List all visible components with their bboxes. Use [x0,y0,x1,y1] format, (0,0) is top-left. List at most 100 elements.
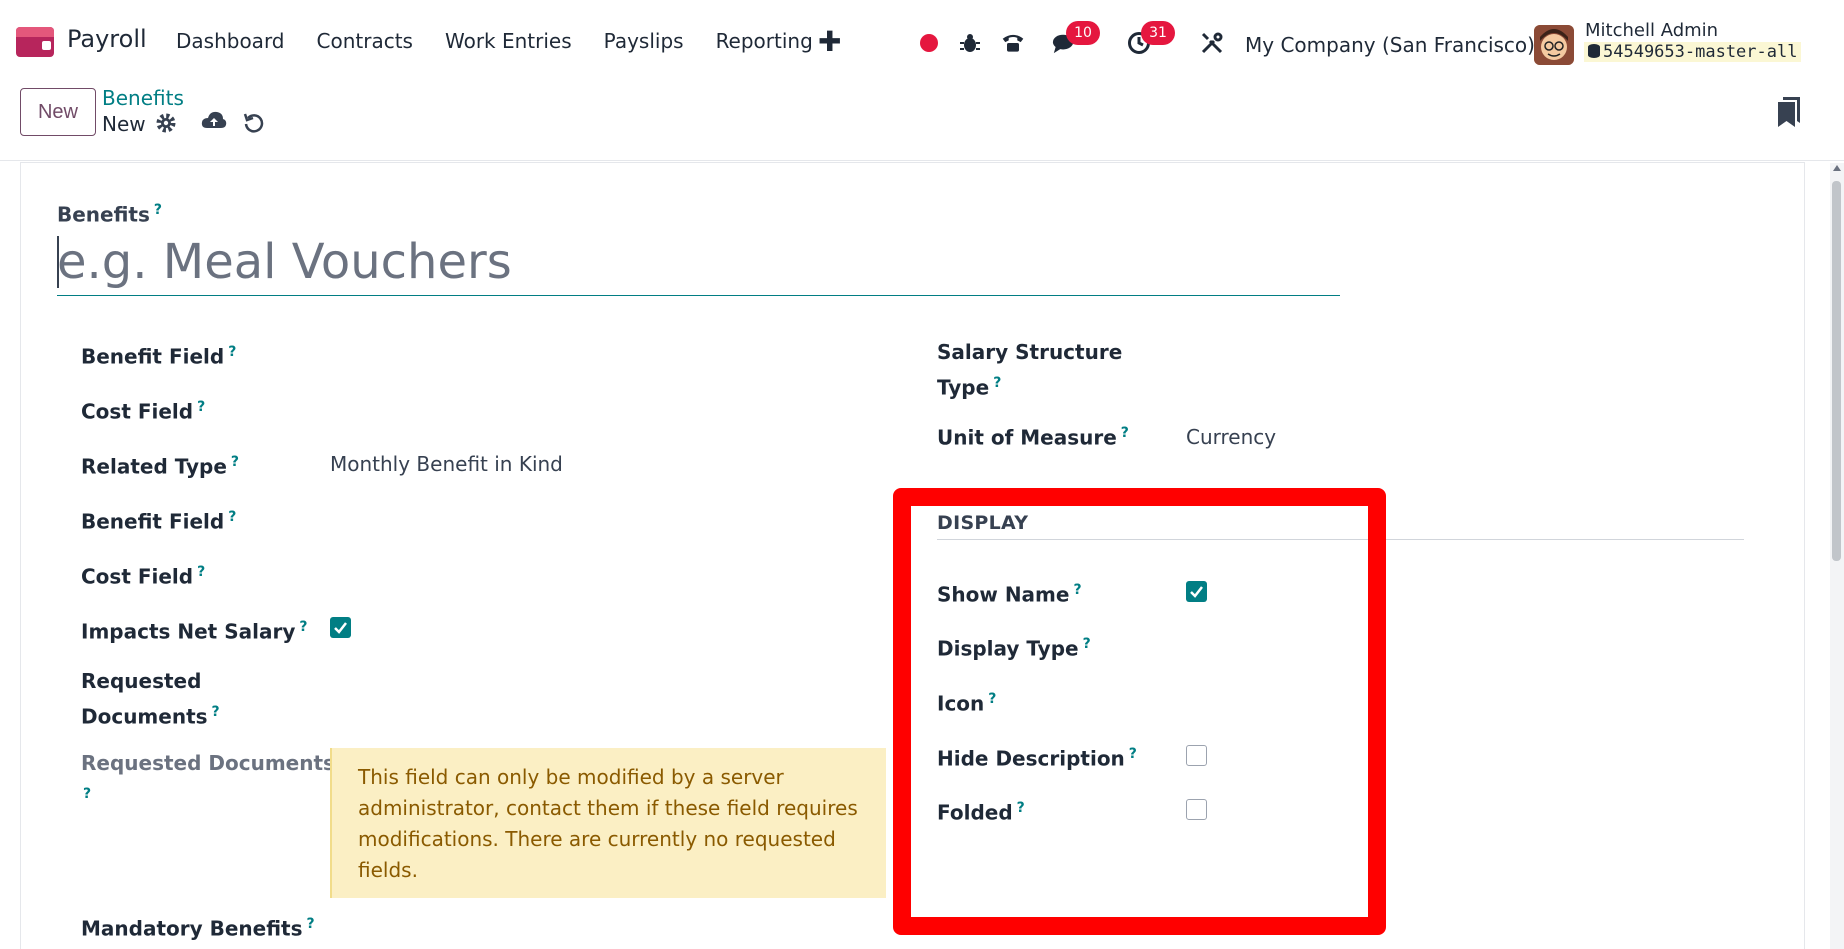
cost-field-2-label: Cost Field? [81,557,205,593]
tools-icon[interactable] [1200,31,1224,55]
benefits-title-label-text: Benefits [57,202,150,227]
show-name-checkbox[interactable] [1186,581,1207,602]
salary-structure-type-line2: Type [937,375,990,400]
cloud-upload-icon[interactable] [201,110,227,134]
icon-label-text: Icon [937,691,985,716]
new-record-button[interactable]: New [20,88,96,136]
bug-icon[interactable] [958,31,982,55]
folded-label: Folded? [937,793,1025,829]
database-tag: 54549653-master-all [1584,42,1802,62]
requested-documents-label-line1: Requested [81,669,202,693]
bookmark-icon[interactable] [1778,97,1800,127]
benefit-name-input[interactable] [57,228,1340,296]
text-caret [57,236,59,288]
main-menu: Dashboard Contracts Work Entries Payslip… [176,29,845,53]
hide-description-label: Hide Description? [937,739,1137,775]
related-type-value[interactable]: Monthly Benefit in Kind [330,452,563,476]
impacts-net-salary-label: Impacts Net Salary? [81,612,307,648]
help-tooltip[interactable]: ? [1121,425,1129,441]
payroll-app-icon[interactable] [16,27,54,57]
scrollbar[interactable] [1830,163,1844,949]
benefit-field-2-label: Benefit Field? [81,502,236,538]
benefit-field-label: Benefit Field? [81,337,236,373]
benefits-title-label: Benefits? [57,202,162,227]
help-tooltip[interactable]: ? [231,454,239,470]
discard-undo-icon[interactable] [243,112,267,136]
company-switcher[interactable]: My Company (San Francisco) [1245,33,1535,57]
help-tooltip[interactable]: ? [154,202,162,218]
requested-documents-label-line2: Documents [81,704,208,729]
record-icon[interactable] [917,31,941,55]
menu-reporting[interactable]: Reporting [716,29,813,53]
help-tooltip[interactable]: ? [993,375,1001,391]
help-tooltip[interactable]: ? [83,786,91,802]
mandatory-benefits-label: Mandatory Benefits? [81,909,315,945]
display-type-label: Display Type? [937,629,1091,665]
database-icon [1588,44,1600,58]
menu-contracts[interactable]: Contracts [317,29,413,53]
help-tooltip[interactable]: ? [1129,746,1137,762]
gear-icon[interactable] [155,112,179,136]
cost-field-2-label-text: Cost Field [81,564,194,589]
folded-label-text: Folded [937,800,1013,825]
requested-documents-label: Requested Documents? [81,666,220,733]
help-tooltip[interactable]: ? [1083,636,1091,652]
salary-structure-type-label: Salary Structure Type? [937,337,1122,404]
breadcrumb-benefits[interactable]: Benefits [102,86,184,110]
show-name-label: Show Name? [937,575,1082,611]
related-type-label: Related Type? [81,447,239,483]
icon-label: Icon? [937,684,996,720]
unit-of-measure-label: Unit of Measure? [937,418,1129,454]
display-section-title: DISPLAY [937,512,1029,534]
mandatory-benefits-label-text: Mandatory Benefits [81,916,303,941]
hide-description-checkbox[interactable] [1186,745,1207,766]
help-tooltip[interactable]: ? [212,704,220,720]
help-tooltip[interactable]: ? [1073,582,1081,598]
salary-structure-type-line1: Salary Structure [937,340,1123,364]
impacts-net-salary-checkbox[interactable] [330,617,351,638]
help-tooltip[interactable]: ? [228,344,236,360]
display-section-divider [937,539,1744,540]
readonly-warning-alert: This field can only be modified by a ser… [330,748,886,898]
related-type-label-text: Related Type [81,454,227,479]
display-type-label-text: Display Type [937,636,1079,661]
menu-work-entries[interactable]: Work Entries [445,29,572,53]
activity-count-badge: 31 [1141,21,1175,45]
benefit-field-label-text: Benefit Field [81,344,225,369]
chat-count-badge: 10 [1066,21,1100,45]
scroll-up-arrow[interactable] [1833,165,1841,171]
menu-dashboard[interactable]: Dashboard [176,29,285,53]
chat-icon[interactable]: 10 [1052,21,1100,55]
control-panel-divider [0,160,1844,161]
impacts-net-salary-label-text: Impacts Net Salary [81,619,296,644]
menu-payslips[interactable]: Payslips [604,29,684,53]
folded-checkbox[interactable] [1186,799,1207,820]
breadcrumb-current: New [102,112,146,136]
scrollbar-thumb[interactable] [1832,181,1841,561]
help-tooltip[interactable]: ? [1017,800,1025,816]
help-tooltip[interactable]: ? [197,399,205,415]
help-tooltip[interactable]: ? [988,691,996,707]
help-tooltip[interactable]: ? [228,509,236,525]
activity-clock-icon[interactable]: 31 [1127,21,1175,55]
database-name: 54549653-master-all [1603,42,1798,62]
phone-icon[interactable] [1001,31,1025,55]
user-name[interactable]: Mitchell Admin [1585,20,1718,41]
plus-icon[interactable]: ✚ [818,25,841,58]
requested-documents-readonly-text: Requested Documents [81,751,335,775]
requested-documents-readonly-label: Requested Documents? [81,748,335,815]
show-name-label-text: Show Name [937,582,1070,607]
unit-of-measure-value[interactable]: Currency [1186,425,1276,449]
user-avatar[interactable] [1534,25,1574,65]
unit-of-measure-label-text: Unit of Measure [937,425,1117,450]
help-tooltip[interactable]: ? [307,916,315,932]
help-tooltip[interactable]: ? [197,564,205,580]
benefit-field-2-label-text: Benefit Field [81,509,225,534]
top-navbar: Payroll Dashboard Contracts Work Entries… [0,5,1844,75]
cost-field-label-text: Cost Field [81,399,194,424]
hide-description-label-text: Hide Description [937,746,1125,771]
app-name[interactable]: Payroll [67,25,147,53]
help-tooltip[interactable]: ? [299,619,307,635]
cost-field-label: Cost Field? [81,392,205,428]
check-icon [1190,586,1203,598]
